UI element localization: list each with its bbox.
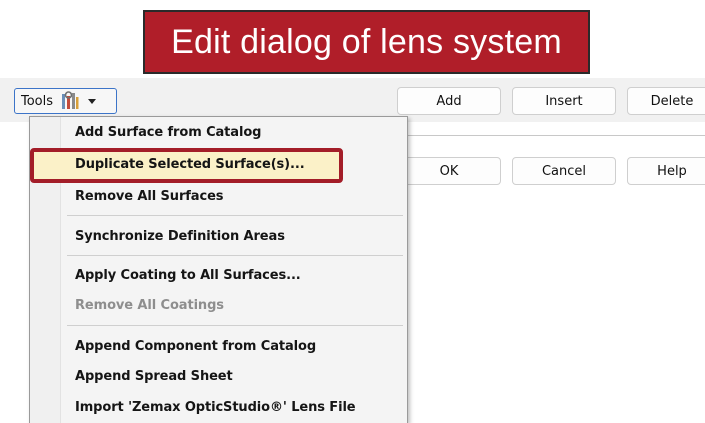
menu-item-duplicate-selected-surfaces[interactable]: Duplicate Selected Surface(s)... [75,157,305,172]
menu-item-add-surface-from-catalog[interactable]: Add Surface from Catalog [75,125,261,140]
menu-item-append-component-from-catalog[interactable]: Append Component from Catalog [75,339,316,354]
menu-item-synchronize-definition-areas[interactable]: Synchronize Definition Areas [75,229,285,244]
delete-button[interactable]: Delete [627,87,705,115]
menu-separator [67,325,403,326]
tools-dropdown-menu: Add Surface from Catalog Duplicate Selec… [29,116,408,423]
help-button[interactable]: Help [627,157,705,185]
divider [406,135,705,136]
cancel-button-label: Cancel [541,163,587,179]
menu-item-apply-coating[interactable]: Apply Coating to All Surfaces... [75,268,301,283]
ok-button[interactable]: OK [397,157,501,185]
delete-button-label: Delete [650,93,694,109]
menu-item-append-spread-sheet[interactable]: Append Spread Sheet [75,369,233,384]
chevron-down-icon [88,99,97,104]
title-banner: Edit dialog of lens system [143,10,590,74]
add-button-label: Add [436,93,462,109]
title-banner-text: Edit dialog of lens system [171,22,562,61]
insert-button[interactable]: Insert [512,87,616,115]
ok-button-label: OK [439,163,459,179]
tools-menu-button[interactable]: Tools [14,88,117,114]
tools-button-label: Tools [21,93,54,109]
cancel-button[interactable]: Cancel [512,157,616,185]
menu-item-remove-all-coatings: Remove All Coatings [75,298,224,313]
add-button[interactable]: Add [397,87,501,115]
help-button-label: Help [657,163,687,179]
menu-separator [67,255,403,256]
menu-item-import-zemax-lens-file[interactable]: Import 'Zemax OpticStudio®' Lens File [75,400,356,415]
tools-icon [62,91,79,109]
menu-item-remove-all-surfaces[interactable]: Remove All Surfaces [75,189,224,204]
insert-button-label: Insert [545,93,583,109]
menu-separator [67,215,403,216]
